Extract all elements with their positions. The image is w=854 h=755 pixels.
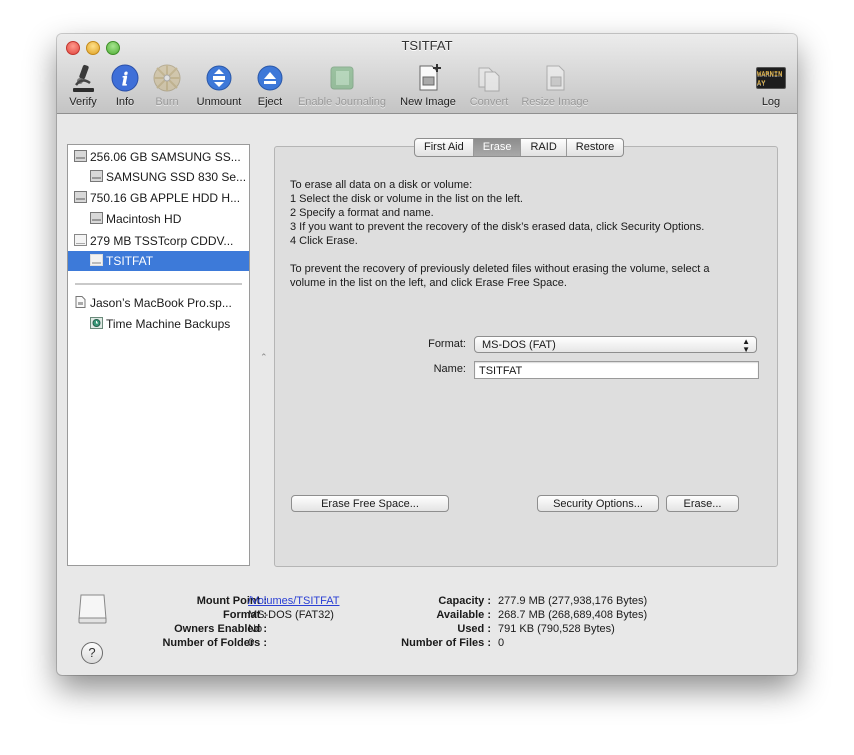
journal-book-icon bbox=[330, 66, 354, 90]
sidebar-item-samsung-volume[interactable]: SAMSUNG SSD 830 Se... bbox=[68, 167, 249, 187]
log-button[interactable]: WARNIN AY 7:36 Log bbox=[754, 63, 788, 108]
volume-icon bbox=[90, 254, 103, 266]
used-value: 791 KB (790,528 Bytes) bbox=[498, 623, 615, 635]
burn-button[interactable]: Burn bbox=[151, 63, 183, 108]
number-of-folders-value: 0 bbox=[248, 637, 255, 649]
window-title: TSITFAT bbox=[401, 38, 453, 53]
info-button[interactable]: i Info bbox=[109, 63, 141, 108]
tab-restore[interactable]: Restore bbox=[567, 139, 624, 156]
up-down-arrows-icon: ▲ ▼ bbox=[742, 337, 750, 354]
info-label: Info bbox=[115, 96, 135, 108]
disk-utility-window: TSITFAT Verify i Info Burn Unmount Eject… bbox=[57, 34, 797, 675]
toolbar: TSITFAT Verify i Info Burn Unmount Eject… bbox=[57, 34, 797, 114]
disk-image-icon bbox=[75, 296, 86, 308]
disk-list-sidebar[interactable]: 256.06 GB SAMSUNG SS... SAMSUNG SSD 830 … bbox=[67, 144, 250, 566]
resize-image-icon bbox=[546, 65, 565, 91]
sidebar-item-label: 279 MB TSSTcorp CDDV... bbox=[90, 234, 234, 248]
help-button[interactable]: ? bbox=[81, 642, 103, 664]
enable-journaling-button[interactable]: Enable Journaling bbox=[294, 63, 390, 108]
number-of-files-value: 0 bbox=[498, 637, 505, 649]
free-space-note-line: To prevent the recovery of previously de… bbox=[290, 263, 710, 275]
info-format-value: MS-DOS (FAT32) bbox=[248, 609, 334, 621]
tab-bar: First Aid Erase RAID Restore bbox=[414, 138, 625, 157]
resize-image-button[interactable]: Resize Image bbox=[518, 63, 592, 108]
eject-icon bbox=[257, 65, 283, 91]
new-image-icon bbox=[419, 64, 441, 91]
instruction-line: To erase all data on a disk or volume: bbox=[290, 179, 473, 191]
convert-button[interactable]: Convert bbox=[465, 63, 513, 108]
security-options-button[interactable]: Security Options... bbox=[537, 495, 659, 512]
resize-image-label: Resize Image bbox=[521, 96, 589, 108]
burn-label: Burn bbox=[155, 96, 179, 108]
free-space-note-line: volume in the list on the left, and clic… bbox=[290, 277, 567, 289]
time-machine-icon bbox=[90, 317, 103, 329]
sidebar-item-apple-hdd[interactable]: 750.16 GB APPLE HDD H... bbox=[68, 188, 249, 208]
instruction-line: 1 Select the disk or volume in the list … bbox=[290, 193, 523, 205]
instruction-line: 2 Specify a format and name. bbox=[290, 207, 434, 219]
log-label: Log bbox=[761, 96, 781, 108]
unmount-button[interactable]: Unmount bbox=[192, 63, 246, 108]
console-log-icon: WARNIN AY 7:36 bbox=[756, 67, 786, 89]
capacity-value: 277.9 MB (277,938,176 Bytes) bbox=[498, 595, 648, 607]
burn-disc-icon bbox=[153, 64, 181, 92]
volume-icon bbox=[90, 212, 103, 224]
capacity-label: Capacity : bbox=[438, 595, 491, 607]
sidebar-item-label: Macintosh HD bbox=[106, 212, 182, 226]
erase-button[interactable]: Erase... bbox=[666, 495, 739, 512]
convert-label: Convert bbox=[469, 96, 509, 108]
name-input[interactable]: TSITFAT bbox=[474, 361, 759, 379]
unmount-label: Unmount bbox=[196, 96, 242, 108]
svg-text:i: i bbox=[122, 69, 129, 90]
tab-erase[interactable]: Erase bbox=[473, 139, 522, 156]
optical-drive-icon bbox=[74, 234, 87, 246]
sidebar-item-label: 750.16 GB APPLE HDD H... bbox=[90, 191, 241, 205]
internal-disk-icon bbox=[74, 150, 87, 162]
internal-disk-icon bbox=[74, 191, 87, 203]
sidebar-item-sparsebundle[interactable]: Jason’s MacBook Pro.sp... bbox=[68, 293, 249, 313]
sidebar-item-label: TSITFAT bbox=[106, 254, 154, 268]
tab-first-aid[interactable]: First Aid bbox=[415, 139, 474, 156]
new-image-label: New Image bbox=[400, 96, 456, 108]
sidebar-item-tsstcorp-drive[interactable]: 279 MB TSSTcorp CDDV... bbox=[68, 231, 249, 251]
sidebar-divider bbox=[75, 283, 242, 285]
sidebar-item-label: SAMSUNG SSD 830 Se... bbox=[106, 170, 247, 184]
available-label: Available : bbox=[436, 609, 491, 621]
erase-instructions: To erase all data on a disk or volume: 1… bbox=[290, 178, 709, 290]
sidebar-item-label: 256.06 GB SAMSUNG SS... bbox=[90, 150, 241, 164]
format-select[interactable]: MS-DOS (FAT) ▲ ▼ bbox=[474, 336, 757, 354]
format-select-value: MS-DOS (FAT) bbox=[482, 339, 556, 351]
new-image-button[interactable]: New Image bbox=[397, 63, 459, 108]
sidebar-item-time-machine[interactable]: Time Machine Backups bbox=[68, 314, 249, 334]
sidebar-item-tsitfat[interactable]: TSITFAT bbox=[68, 251, 249, 271]
sidebar-item-label: Jason’s MacBook Pro.sp... bbox=[90, 296, 232, 310]
instruction-line: 3 If you want to prevent the recovery of… bbox=[290, 221, 705, 233]
erase-free-space-button[interactable]: Erase Free Space... bbox=[291, 495, 449, 512]
eject-button[interactable]: Eject bbox=[254, 63, 286, 108]
format-label: Format: bbox=[428, 338, 466, 350]
tab-raid[interactable]: RAID bbox=[521, 139, 567, 156]
verify-button[interactable]: Verify bbox=[65, 63, 101, 108]
enable-journaling-label: Enable Journaling bbox=[297, 96, 387, 108]
sidebar-item-label: Time Machine Backups bbox=[106, 317, 231, 331]
instruction-line: 4 Click Erase. bbox=[290, 235, 358, 247]
mount-point-link[interactable]: /Volumes/TSITFAT bbox=[248, 595, 340, 607]
microscope-icon bbox=[73, 64, 94, 92]
number-of-files-label: Number of Files : bbox=[401, 637, 491, 649]
verify-label: Verify bbox=[69, 96, 97, 108]
volume-drive-icon bbox=[78, 594, 107, 624]
used-label: Used : bbox=[457, 623, 491, 635]
eject-label: Eject bbox=[257, 96, 283, 108]
volume-icon bbox=[90, 170, 103, 182]
info-icon: i bbox=[111, 64, 139, 92]
sidebar-item-macintosh-hd[interactable]: Macintosh HD bbox=[68, 209, 249, 229]
name-label: Name: bbox=[433, 363, 466, 375]
sidebar-item-samsung-disk[interactable]: 256.06 GB SAMSUNG SS... bbox=[68, 147, 249, 167]
log-icon-line-1: WARNIN bbox=[757, 70, 783, 78]
available-value: 268.7 MB (268,689,408 Bytes) bbox=[498, 609, 648, 621]
owners-enabled-value: No bbox=[248, 623, 263, 635]
convert-image-icon bbox=[478, 67, 500, 92]
unmount-icon bbox=[206, 65, 232, 91]
log-icon-line-2: AY 7:36 bbox=[757, 79, 766, 87]
split-view-resize-handle[interactable]: ⌃ bbox=[260, 352, 268, 363]
